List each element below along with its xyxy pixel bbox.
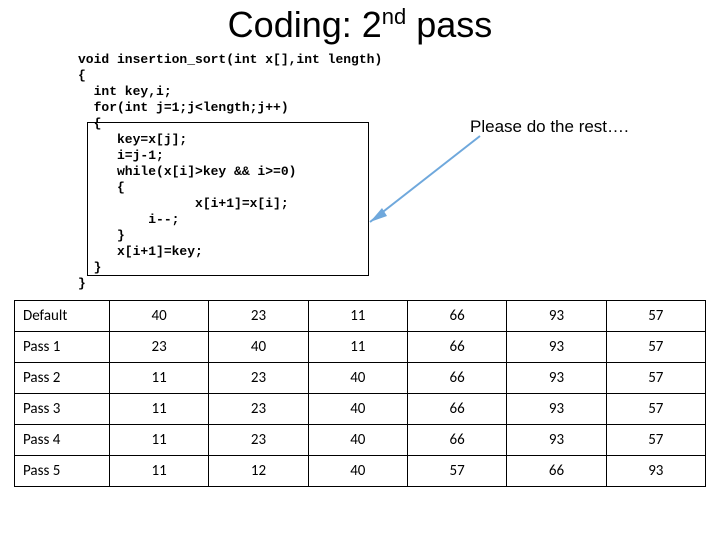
cell: 66 (407, 301, 506, 332)
row-label: Pass 1 (15, 332, 110, 363)
code-line: for(int j=1;j<length;j++) (78, 100, 680, 116)
cell: 23 (209, 301, 308, 332)
code-line: while(x[i]>key && i>=0) (78, 164, 680, 180)
code-line: x[i+1]=key; (78, 244, 680, 260)
slide-title: Coding: 2nd pass (0, 4, 720, 46)
annotation-text: Please do the rest…. (470, 117, 629, 137)
table-row: Pass 3 11 23 40 66 93 57 (15, 394, 706, 425)
cell: 57 (606, 394, 705, 425)
cell: 23 (209, 394, 308, 425)
cell: 66 (407, 394, 506, 425)
row-label: Pass 3 (15, 394, 110, 425)
title-prefix: Coding: 2 (228, 4, 382, 45)
cell: 93 (507, 394, 606, 425)
code-line: { (78, 68, 680, 84)
cell: 11 (308, 301, 407, 332)
code-line: void insertion_sort(int x[],int length) (78, 52, 680, 68)
cell: 40 (209, 332, 308, 363)
title-sup: nd (382, 4, 406, 29)
cell: 57 (407, 456, 506, 487)
row-label: Pass 2 (15, 363, 110, 394)
cell: 66 (407, 363, 506, 394)
cell: 23 (209, 425, 308, 456)
code-line: x[i+1]=x[i]; (78, 196, 680, 212)
cell: 23 (209, 363, 308, 394)
cell: 40 (308, 363, 407, 394)
cell: 40 (110, 301, 209, 332)
row-label: Pass 4 (15, 425, 110, 456)
code-line: int key,i; (78, 84, 680, 100)
title-suffix: pass (406, 4, 492, 45)
code-line: } (78, 276, 680, 292)
cell: 93 (507, 332, 606, 363)
code-block: void insertion_sort(int x[],int length) … (78, 52, 680, 292)
cell: 93 (606, 456, 705, 487)
table-row: Default 40 23 11 66 93 57 (15, 301, 706, 332)
table-row: Pass 4 11 23 40 66 93 57 (15, 425, 706, 456)
cell: 11 (110, 456, 209, 487)
code-line: i--; (78, 212, 680, 228)
table-row: Pass 2 11 23 40 66 93 57 (15, 363, 706, 394)
cell: 11 (308, 332, 407, 363)
cell: 40 (308, 456, 407, 487)
cell: 57 (606, 363, 705, 394)
row-label: Pass 5 (15, 456, 110, 487)
code-line: i=j-1; (78, 148, 680, 164)
cell: 57 (606, 425, 705, 456)
cell: 66 (407, 332, 506, 363)
passes-table: Default 40 23 11 66 93 57 Pass 1 23 40 1… (14, 300, 706, 487)
cell: 12 (209, 456, 308, 487)
cell: 93 (507, 301, 606, 332)
code-line: } (78, 260, 680, 276)
cell: 40 (308, 425, 407, 456)
table-row: Pass 1 23 40 11 66 93 57 (15, 332, 706, 363)
code-line: } (78, 228, 680, 244)
cell: 23 (110, 332, 209, 363)
cell: 66 (407, 425, 506, 456)
row-label: Default (15, 301, 110, 332)
cell: 57 (606, 301, 705, 332)
cell: 93 (507, 363, 606, 394)
cell: 66 (507, 456, 606, 487)
cell: 40 (308, 394, 407, 425)
table-row: Pass 5 11 12 40 57 66 93 (15, 456, 706, 487)
cell: 93 (507, 425, 606, 456)
cell: 11 (110, 363, 209, 394)
cell: 11 (110, 394, 209, 425)
cell: 57 (606, 332, 705, 363)
cell: 11 (110, 425, 209, 456)
code-line: { (78, 180, 680, 196)
